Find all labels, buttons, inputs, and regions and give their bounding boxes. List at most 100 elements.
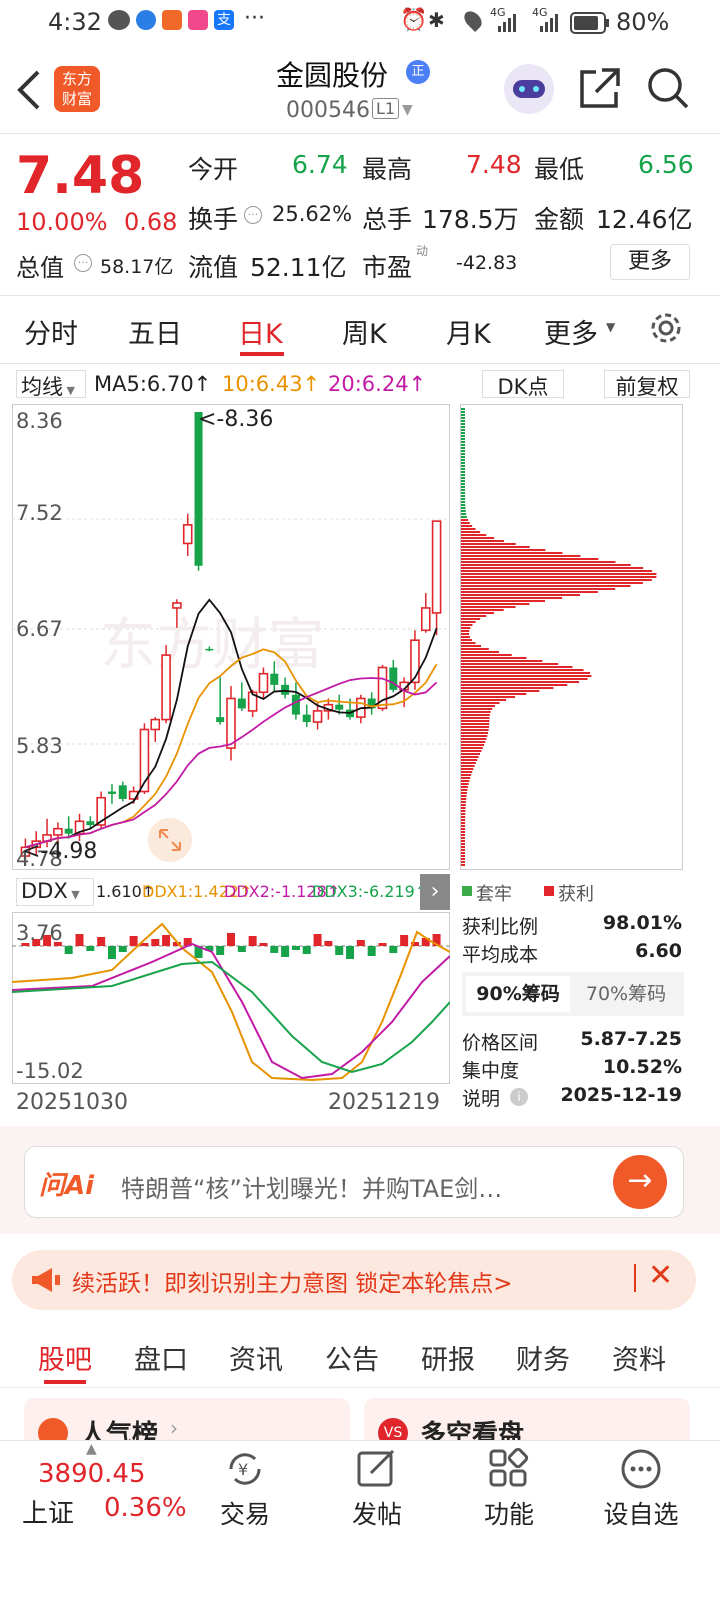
caret-up-icon: ▲ — [86, 1441, 97, 1457]
ai-robot-icon[interactable] — [504, 64, 554, 114]
popularity-card[interactable]: 人气榜 › — [24, 1398, 350, 1450]
ddx-bar — [227, 933, 235, 946]
tab-announcements[interactable]: 公告 — [325, 1338, 379, 1377]
ddx-bar — [281, 946, 290, 957]
chip-bar — [461, 690, 540, 692]
dk-point-button[interactable]: DK点 — [482, 370, 564, 399]
chip-bar — [461, 861, 466, 863]
candle — [205, 648, 214, 651]
index-name[interactable]: 上证 — [22, 1493, 74, 1530]
chip-bar — [461, 588, 616, 590]
info-icon[interactable]: ··· — [74, 254, 92, 272]
ddx-bar — [313, 934, 322, 946]
ddx-bar — [400, 935, 409, 946]
ma-selector[interactable]: 均线 ▼ — [16, 370, 86, 399]
content-tabs: 股吧 盘口 资讯 公告 研报 财务 资料 — [0, 1326, 720, 1388]
stat-label: 获利比例 — [462, 916, 539, 938]
chip-bar — [461, 486, 466, 488]
arrow-right-icon[interactable]: → — [613, 1155, 667, 1209]
nav-label: 交易 — [219, 1500, 270, 1529]
chip-bar — [461, 603, 530, 605]
chip-bar — [461, 633, 470, 635]
tab-guba[interactable]: 股吧 — [38, 1338, 92, 1377]
tab-finance[interactable]: 财务 — [516, 1338, 570, 1377]
back-icon[interactable] — [14, 68, 44, 112]
ddx-bar — [107, 946, 116, 959]
features-button[interactable]: 功能 — [444, 1447, 574, 1531]
chip-bar — [461, 825, 466, 827]
expand-icon[interactable] — [148, 818, 192, 862]
tab-intraday[interactable]: 分时 — [24, 312, 78, 351]
ddx-bar — [75, 934, 84, 946]
ddx-bar — [248, 936, 257, 946]
trade-button[interactable]: ¥ 交易 — [180, 1447, 310, 1531]
chip-bar — [461, 717, 490, 719]
chip-bar — [461, 651, 500, 653]
tab-weekly-k[interactable]: 周K — [342, 312, 387, 351]
index-change[interactable]: 0.36% — [104, 1493, 187, 1523]
chip-bar — [461, 630, 470, 632]
candle — [291, 694, 300, 715]
info-icon[interactable]: ··· — [244, 206, 262, 224]
tab-90-chips[interactable]: 90%筹码 — [466, 976, 570, 1012]
share-icon[interactable] — [578, 66, 622, 110]
chip-bar — [461, 642, 476, 644]
chip-bars — [461, 408, 657, 866]
signal-icon — [540, 14, 558, 32]
close-icon[interactable]: ✕ — [648, 1258, 673, 1293]
adjust-button[interactable]: 前复权 — [604, 370, 690, 399]
tab-five-day[interactable]: 五日 — [128, 312, 182, 351]
chip-bar — [461, 423, 465, 425]
ddx-bar — [346, 946, 355, 959]
chip-bar — [461, 558, 599, 560]
kline-chart[interactable]: 东方财富 8.36 7.52 6.67 5.83 4.78 <-8.36 <-4… — [12, 404, 450, 870]
chevron-right-icon: › — [170, 1416, 178, 1440]
collapse-arrow-icon[interactable]: › — [420, 874, 450, 910]
tab-monthly-k[interactable]: 月K — [446, 312, 491, 351]
more-button[interactable]: 更多 — [610, 244, 690, 280]
tab-research[interactable]: 研报 — [421, 1338, 475, 1377]
indicator-selector[interactable]: DDX ▼ — [16, 878, 94, 906]
stat-label: 说明 — [462, 1088, 501, 1110]
indicator-label: DDX — [21, 879, 68, 903]
ma10-value: 10:6.43↑ — [222, 372, 321, 396]
add-watchlist-button[interactable]: 设自选 — [576, 1447, 706, 1531]
search-icon[interactable] — [646, 66, 690, 110]
chip-bar — [461, 480, 466, 482]
chip-bar — [461, 483, 466, 485]
chip-bar — [461, 444, 465, 446]
chip-bar — [461, 654, 512, 656]
chip-bar — [461, 447, 465, 449]
tab-pankou[interactable]: 盘口 — [134, 1338, 188, 1377]
chip-bar — [461, 750, 482, 752]
ai-search-bar[interactable]: 问Ai 特朗普“核”计划曝光！并购TAE剑… → — [24, 1146, 684, 1218]
bull-bear-card[interactable]: VS 多空看盘 — [364, 1398, 690, 1450]
candle — [216, 717, 225, 723]
chip-bar — [461, 594, 581, 596]
ddx-bar — [291, 946, 300, 950]
candle — [118, 785, 127, 799]
chip-bar — [461, 624, 473, 626]
notice-banner[interactable]: 续活跃！即刻识别主力意图 锁定本轮焦点> ✕ — [12, 1250, 696, 1310]
settings-icon[interactable] — [648, 310, 684, 346]
chip-bar — [461, 816, 466, 818]
index-value[interactable]: 3890.45 — [38, 1459, 146, 1489]
tab-profile[interactable]: 资料 — [612, 1338, 666, 1377]
stat-value: 10.52% — [602, 1056, 682, 1078]
battery-icon — [570, 12, 609, 34]
info-icon[interactable]: i — [510, 1088, 528, 1106]
tab-news[interactable]: 资讯 — [229, 1338, 283, 1377]
tab-daily-k[interactable]: 日K — [238, 312, 283, 351]
chip-bar — [461, 621, 476, 623]
post-button[interactable]: 发帖 — [312, 1447, 442, 1531]
chevron-down-icon[interactable]: ▼ — [402, 102, 413, 118]
megaphone-icon — [32, 1268, 60, 1292]
stat-value: 6.60 — [635, 940, 682, 962]
candle — [302, 714, 311, 723]
ai-section: 问Ai 特朗普“核”计划曝光！并购TAE剑… → — [0, 1126, 720, 1234]
chip-bar — [461, 438, 465, 440]
eastmoney-logo[interactable]: 东方 财富 — [54, 66, 100, 112]
tab-more[interactable]: 更多 — [544, 312, 598, 351]
tab-70-chips[interactable]: 70%筹码 — [574, 976, 678, 1012]
chip-bar — [461, 468, 466, 470]
